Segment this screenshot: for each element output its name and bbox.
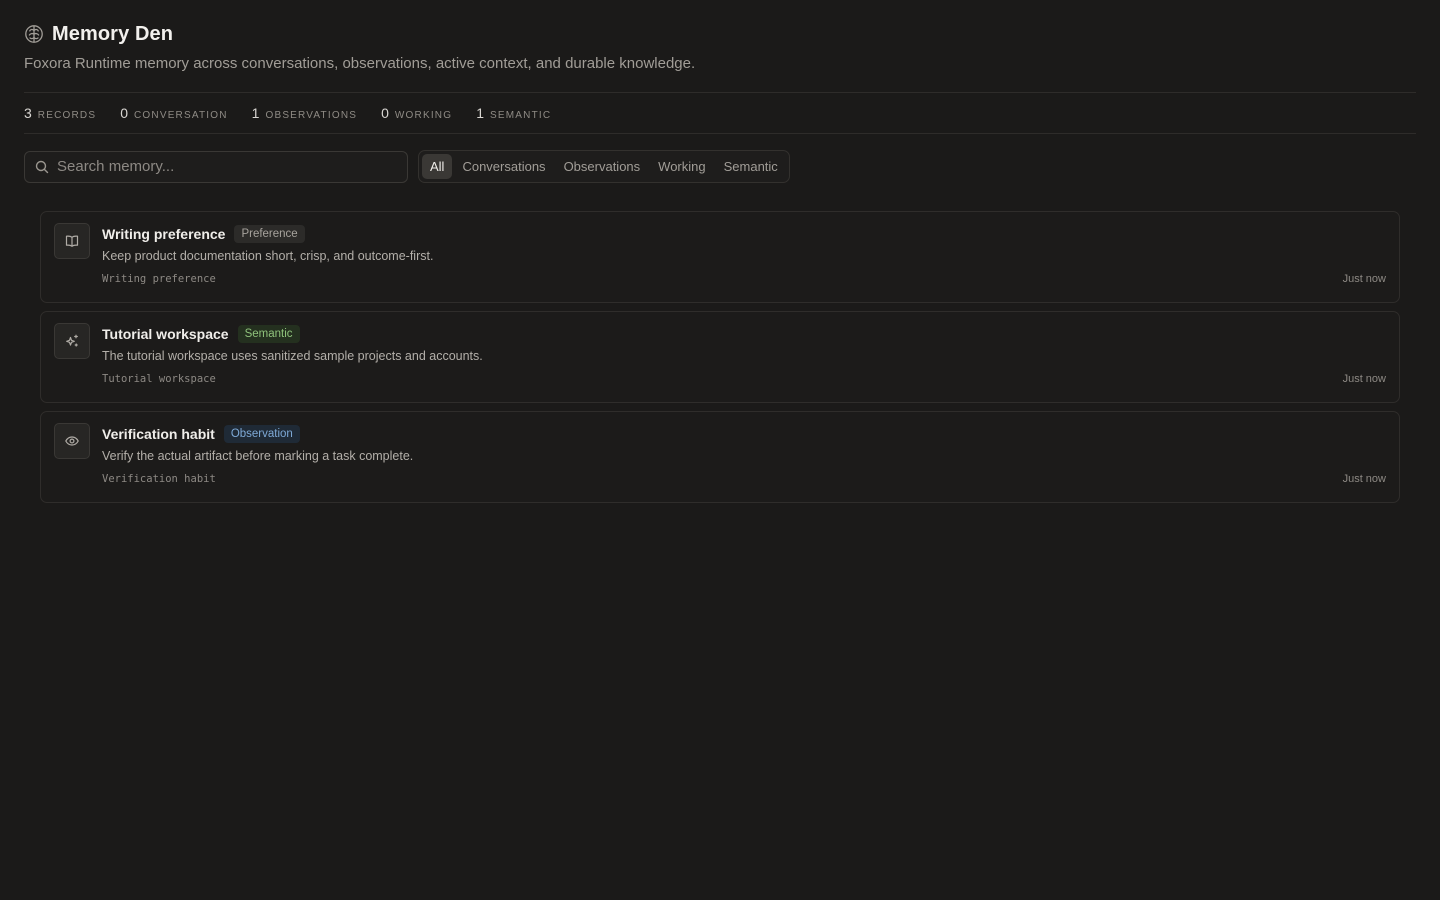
memory-type-badge: Preference xyxy=(234,225,305,243)
memory-timestamp: Just now xyxy=(1342,473,1386,485)
memory-den-page: Memory Den Foxora Runtime memory across … xyxy=(0,0,1440,503)
memory-title-row: Verification habit Observation xyxy=(102,423,1386,445)
tab-observations[interactable]: Observations xyxy=(556,154,649,179)
memory-content: Keep product documentation short, crisp,… xyxy=(102,249,434,263)
stat-conversation: 0 Conversation xyxy=(120,105,227,121)
book-icon xyxy=(54,223,90,259)
search-input[interactable] xyxy=(57,158,387,175)
stat-semantic: 1 Semantic xyxy=(476,105,551,121)
page-subtitle: Foxora Runtime memory across conversatio… xyxy=(24,55,696,72)
memory-footer: Verification habit Just now xyxy=(102,473,1386,485)
controls-row: All Conversations Observations Working S… xyxy=(24,150,1416,183)
memory-card[interactable]: Writing preference Preference Keep produ… xyxy=(40,211,1400,303)
tab-working[interactable]: Working xyxy=(650,154,713,179)
stat-label: Observations xyxy=(265,110,358,121)
brain-icon xyxy=(24,24,44,44)
memory-card[interactable]: Verification habit Observation Verify th… xyxy=(40,411,1400,503)
tab-all[interactable]: All xyxy=(422,154,453,179)
stat-value: 0 xyxy=(381,105,389,121)
memory-timestamp: Just now xyxy=(1342,273,1386,285)
memory-key: Verification habit xyxy=(102,473,216,485)
memory-card-body: Writing preference Preference Keep produ… xyxy=(102,223,1386,302)
filter-tabs: All Conversations Observations Working S… xyxy=(418,150,790,183)
stat-records: 3 Records xyxy=(24,105,96,121)
memory-card-body: Tutorial workspace Semantic The tutorial… xyxy=(102,323,1386,402)
memory-title: Writing preference xyxy=(102,226,226,242)
stat-label: Working xyxy=(394,110,453,121)
eye-icon xyxy=(54,423,90,459)
memory-footer: Writing preference Just now xyxy=(102,273,1386,285)
memory-card[interactable]: Tutorial workspace Semantic The tutorial… xyxy=(40,311,1400,403)
memory-timestamp: Just now xyxy=(1342,373,1386,385)
stat-value: 1 xyxy=(251,105,260,121)
memory-content: Verify the actual artifact before markin… xyxy=(102,449,414,463)
memory-card-body: Verification habit Observation Verify th… xyxy=(102,423,1386,502)
stat-label: Records xyxy=(37,110,97,121)
stat-value: 1 xyxy=(476,105,485,121)
memory-title-row: Tutorial workspace Semantic xyxy=(102,323,1386,345)
sparkles-icon xyxy=(54,323,90,359)
memory-key: Tutorial workspace xyxy=(102,373,216,385)
stat-observations: 1 Observations xyxy=(252,105,357,121)
search-box[interactable] xyxy=(24,150,408,183)
memory-type-badge: Semantic xyxy=(237,325,300,343)
memory-title: Verification habit xyxy=(102,426,215,442)
memory-type-badge: Observation xyxy=(223,425,300,443)
memory-title: Tutorial workspace xyxy=(102,326,229,342)
memory-title-row: Writing preference Preference xyxy=(102,223,1386,245)
stat-label: Conversation xyxy=(134,110,228,121)
memory-content: The tutorial workspace uses sanitized sa… xyxy=(102,349,483,363)
memory-key: Writing preference xyxy=(102,273,216,285)
stats-bar: 3 Records 0 Conversation 1 Observations … xyxy=(24,92,1416,134)
page-title: Memory Den xyxy=(52,22,174,45)
memory-list: Writing preference Preference Keep produ… xyxy=(24,211,1416,503)
search-icon xyxy=(35,160,49,174)
tab-conversations[interactable]: Conversations xyxy=(454,154,553,179)
stat-value: 3 xyxy=(24,105,32,121)
stat-working: 0 Working xyxy=(381,105,452,121)
page-header: Memory Den xyxy=(24,20,1416,48)
stat-label: Semantic xyxy=(490,110,552,121)
stat-value: 0 xyxy=(120,105,128,121)
tab-semantic[interactable]: Semantic xyxy=(716,154,786,179)
memory-footer: Tutorial workspace Just now xyxy=(102,373,1386,385)
